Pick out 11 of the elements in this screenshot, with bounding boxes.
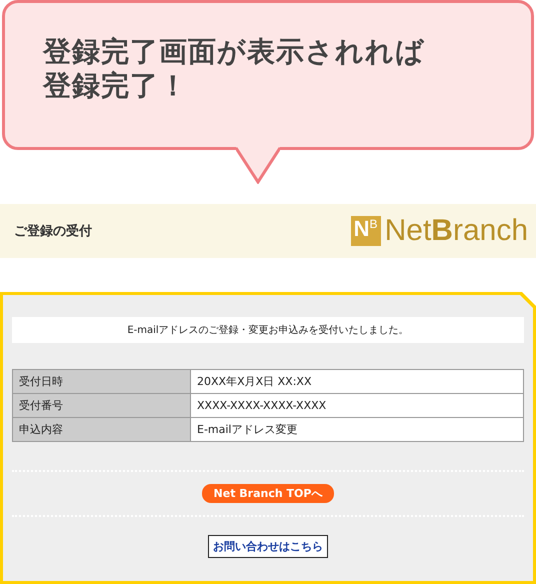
row-value: XXXX-XXXX-XXXX-XXXX bbox=[190, 394, 524, 418]
callout-text: 登録完了画面が表示されれば 登録完了！ bbox=[43, 35, 426, 102]
row-value: 20XX年X月X日 XX:XX bbox=[190, 370, 524, 394]
section-title: ご登録の受付 bbox=[14, 222, 92, 240]
row-label: 受付日時 bbox=[12, 370, 190, 394]
row-label: 受付番号 bbox=[12, 394, 190, 418]
row-label: 申込内容 bbox=[12, 418, 190, 442]
logo-text: NetBranch bbox=[384, 216, 528, 246]
contact-button[interactable]: お問い合わせはこちら bbox=[208, 535, 328, 558]
notice-message: E-mailアドレスのご登録・変更お申込みを受付いたしました。 bbox=[12, 317, 524, 343]
row-value: E-mailアドレス変更 bbox=[190, 418, 524, 442]
